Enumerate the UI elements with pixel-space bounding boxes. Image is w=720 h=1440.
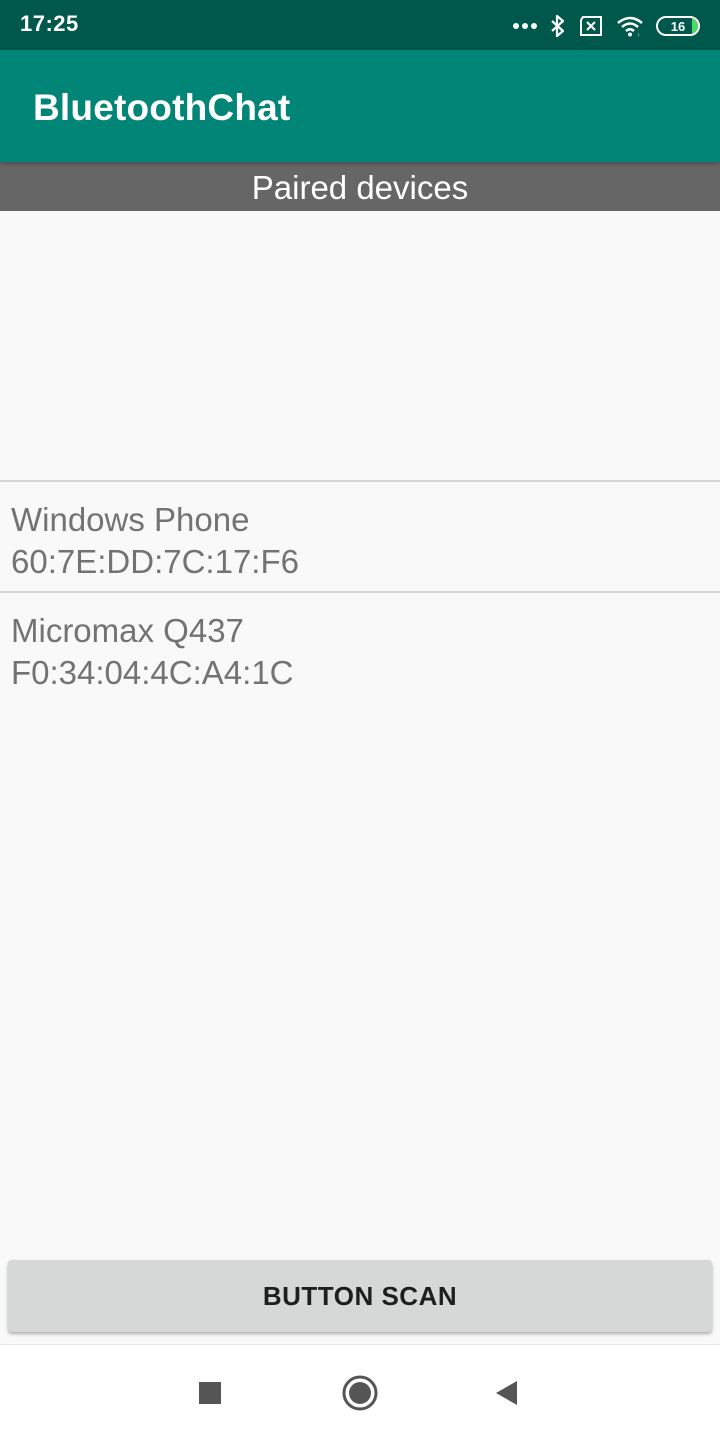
battery-fill xyxy=(692,18,698,34)
status-time: 17:25 xyxy=(20,11,79,36)
battery-icon: 16 xyxy=(656,16,700,36)
list-empty-area xyxy=(0,211,720,482)
status-bar: 17:25 ↓ 16 xyxy=(0,0,720,50)
screen: 17:25 ↓ 16 BluetoothChat Paired devices … xyxy=(0,0,720,1440)
device-name: Micromax Q437 xyxy=(11,612,244,649)
home-icon[interactable] xyxy=(340,1373,380,1413)
paired-devices-header: Paired devices xyxy=(0,162,720,211)
device-item-micromax-q437[interactable]: Micromax Q437 F0:34:04:4C:A4:1C xyxy=(0,593,720,704)
wifi-icon: ↓ xyxy=(616,15,644,37)
sim-off-icon xyxy=(578,16,604,36)
device-name: Windows Phone xyxy=(11,501,250,538)
device-list: Windows Phone 60:7E:DD:7C:17:F6 Micromax… xyxy=(0,211,720,704)
device-address: 60:7E:DD:7C:17:F6 xyxy=(11,543,299,580)
back-icon[interactable] xyxy=(486,1373,526,1413)
bluetooth-icon xyxy=(550,14,566,38)
app-title: BluetoothChat xyxy=(33,87,291,128)
scan-button[interactable]: BUTTON SCAN xyxy=(8,1260,712,1332)
svg-text:↓: ↓ xyxy=(637,32,640,37)
nav-bar xyxy=(0,1344,720,1440)
recent-apps-icon[interactable] xyxy=(190,1373,230,1413)
status-icons: ↓ 16 xyxy=(512,12,700,40)
more-dots-icon xyxy=(512,22,538,30)
battery-level: 16 xyxy=(670,18,686,34)
device-address: F0:34:04:4C:A4:1C xyxy=(11,654,294,691)
app-bar: BluetoothChat xyxy=(0,50,720,162)
device-item-windows-phone[interactable]: Windows Phone 60:7E:DD:7C:17:F6 xyxy=(0,482,720,593)
